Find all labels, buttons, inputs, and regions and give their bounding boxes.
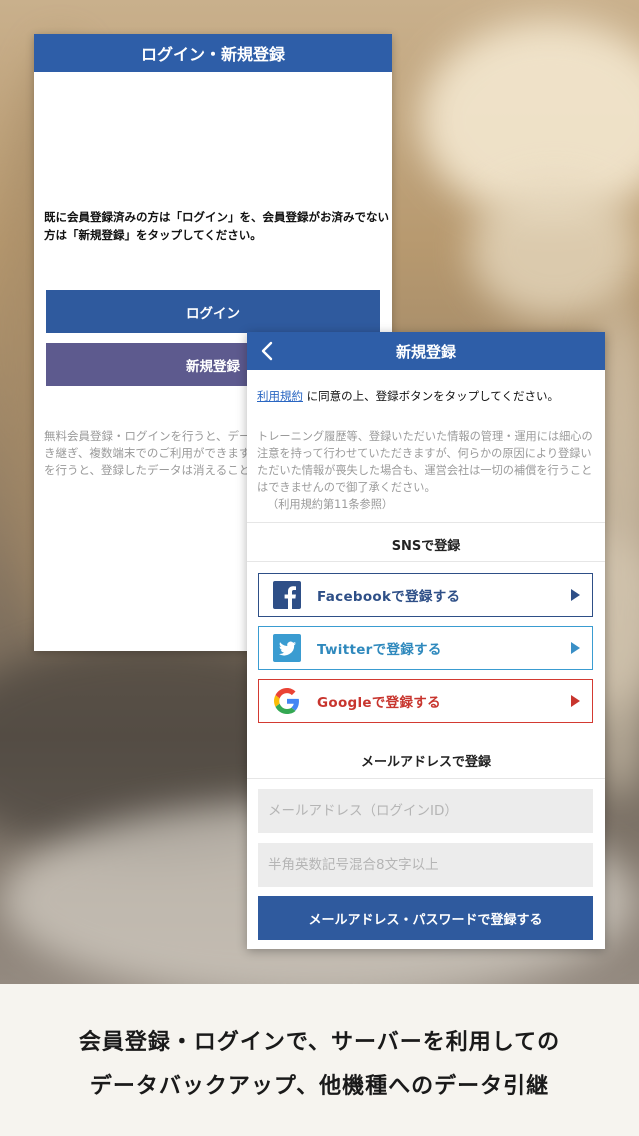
play-arrow-icon	[571, 589, 580, 601]
sns-section-title: SNSで登録	[391, 539, 461, 554]
register-screen-title: 新規登録	[395, 342, 456, 361]
play-arrow-icon	[571, 642, 580, 654]
twitter-register-button[interactable]: Twitterで登録する	[258, 626, 593, 670]
login-intro-text: 既に会員登録済みの方は「ログイン」を、会員登録がお済みでない方は「新規登録」をタ…	[44, 210, 389, 242]
notice-text: トレーニング履歴等、登録いただいた情報の管理・運用には細心の注意を持って行わせて…	[257, 428, 599, 513]
caption-line-2: データバックアップ、他機種へのデータ引継	[89, 1074, 550, 1099]
facebook-button-label: Facebookで登録する	[317, 589, 461, 605]
twitter-icon	[273, 634, 301, 662]
login-screen-title: ログイン・新規登録	[34, 34, 392, 72]
new-registration-screen: 新規登録 利用規約 に同意の上、登録ボタンをタップしてください。 トレーニング履…	[247, 332, 605, 949]
google-button-label: Googleで登録する	[317, 695, 441, 711]
chevron-left-icon[interactable]	[255, 339, 279, 363]
twitter-button-label: Twitterで登録する	[317, 642, 442, 658]
google-icon	[273, 687, 301, 715]
notice-body: トレーニング履歴等、登録いただいた情報の管理・運用には細心の注意を持って行わせて…	[257, 430, 593, 494]
caption-line-1: 会員登録・ログインで、サーバーを利用しての	[78, 1030, 561, 1055]
facebook-register-button[interactable]: Facebookで登録する	[258, 573, 593, 617]
email-register-submit-button[interactable]: メールアドレス・パスワードで登録する	[258, 896, 593, 940]
email-section-title: メールアドレスで登録	[360, 755, 491, 770]
play-arrow-icon	[571, 695, 580, 707]
divider	[247, 522, 605, 523]
promo-caption: 会員登録・ログインで、サーバーを利用しての データバックアップ、他機種へのデータ…	[0, 984, 639, 1136]
register-header: 新規登録	[247, 332, 605, 370]
terms-link[interactable]: 利用規約	[257, 389, 303, 403]
password-field[interactable]	[258, 843, 593, 887]
login-button[interactable]: ログイン	[46, 290, 380, 333]
terms-agree-text: 利用規約 に同意の上、登録ボタンをタップしてください。	[257, 388, 602, 404]
divider	[247, 561, 605, 562]
notice-reference: （利用規約第11条参照）	[267, 498, 394, 511]
divider	[247, 778, 605, 779]
email-field[interactable]	[258, 789, 593, 833]
google-register-button[interactable]: Googleで登録する	[258, 679, 593, 723]
agree-text: に同意の上、登録ボタンをタップしてください。	[303, 389, 559, 403]
facebook-icon	[273, 581, 301, 609]
